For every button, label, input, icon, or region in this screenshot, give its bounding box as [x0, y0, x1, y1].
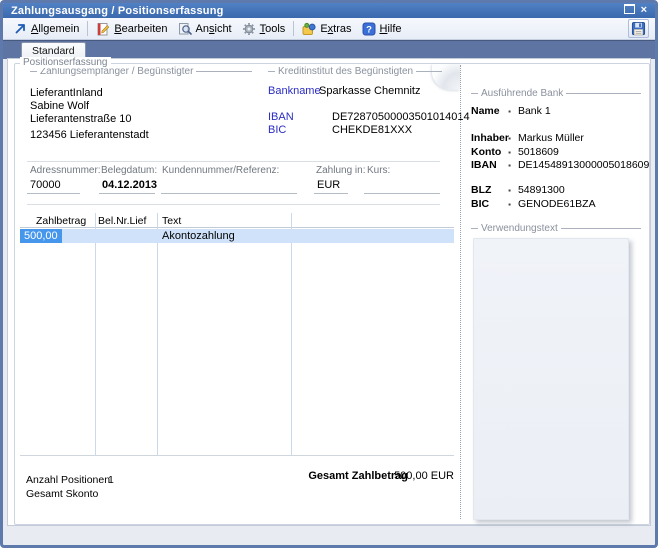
- toolbar-separator: [87, 21, 88, 36]
- column-header-zahlbetrag[interactable]: Zahlbetrag: [36, 215, 86, 227]
- groupbox-title: Positionserfassung: [20, 57, 111, 68]
- close-icon: ×: [641, 4, 647, 16]
- column-header-bel-nr-lief[interactable]: Bel.Nr.Lief: [98, 215, 146, 227]
- app-window: Zahlungsausgang / Positionserfassung × A…: [0, 0, 658, 548]
- window-title: Zahlungsausgang / Positionserfassung: [3, 5, 224, 17]
- anzahl-positionen-value: 1: [108, 474, 114, 486]
- bank-row-bic: BIC GENODE61BZA: [471, 198, 596, 210]
- edit-note-icon: [96, 22, 110, 36]
- extras-box-icon: [302, 22, 316, 36]
- menu-allgemein[interactable]: Allgemein: [9, 20, 84, 37]
- bank-row-konto: Konto 5018609: [471, 146, 559, 158]
- close-button[interactable]: ×: [641, 5, 647, 16]
- bullet-icon: [508, 198, 511, 210]
- row-text-cell[interactable]: Akontozahlung: [162, 229, 235, 243]
- menu-hilfe[interactable]: ? Hilfe: [357, 20, 407, 38]
- content-area: Positionserfassung Zahlungsempfänger / B…: [7, 58, 651, 526]
- gesamt-skonto-label: Gesamt Skonto: [26, 488, 98, 500]
- field-kundennummer-referenz[interactable]: Kundennummer/Referenz:: [161, 165, 297, 194]
- bank-row-iban: IBAN DE14548913000005018609: [471, 159, 649, 171]
- field-belegdatum[interactable]: Belegdatum: 04.12.2013: [99, 165, 155, 194]
- bullet-icon: [508, 184, 511, 196]
- menu-ansicht[interactable]: Ansicht: [173, 20, 237, 38]
- restore-button[interactable]: [624, 4, 635, 17]
- bankname-value: Sparkasse Chemnitz: [319, 85, 421, 97]
- table-bottom-divider: [20, 455, 454, 456]
- title-bar: Zahlungsausgang / Positionserfassung ×: [3, 3, 655, 18]
- column-header-text[interactable]: Text: [162, 215, 181, 227]
- menu-bearbeiten[interactable]: Bearbeiten: [91, 20, 172, 38]
- bank-row-inhaber: Inhaber Markus Müller: [471, 132, 584, 144]
- payee-street: Lieferantenstraße 10: [30, 113, 132, 125]
- payee-name: LieferantInland: [30, 87, 103, 99]
- field-zahlung-in[interactable]: Zahlung in: EUR: [314, 165, 348, 194]
- field-kurs[interactable]: Kurs:: [364, 165, 440, 194]
- gear-icon: [242, 22, 256, 36]
- payee-city: 123456 Lieferantenstadt: [30, 129, 149, 141]
- save-button[interactable]: [628, 19, 649, 38]
- table-row-selected[interactable]: 500,00 Akontozahlung: [20, 229, 454, 243]
- verwendungstext-legend: Verwendungstext: [471, 223, 641, 234]
- bic-value: CHEKDE81XXX: [332, 124, 412, 136]
- menu-tools[interactable]: Tools: [237, 20, 291, 38]
- payee-bank-legend: Kreditinstitut des Begünstigten: [268, 66, 442, 77]
- bank-row-blz: BLZ 54891300: [471, 184, 565, 196]
- amount-cell-selected[interactable]: 500,00: [20, 229, 62, 243]
- table-column-divider: [95, 213, 96, 455]
- ausfuehrende-bank-legend: Ausführende Bank: [471, 88, 641, 99]
- bullet-icon: [508, 132, 511, 144]
- bankname-label: Bankname: [268, 85, 321, 97]
- svg-text:?: ?: [366, 24, 372, 35]
- table-header-divider: [20, 227, 454, 228]
- field-adressnummer[interactable]: Adressnummer: 70000: [27, 165, 80, 194]
- menu-extras[interactable]: Extras: [297, 20, 356, 38]
- bank-row-name: Name Bank 1: [471, 105, 551, 117]
- iban-value: DE72870500003501014014: [332, 111, 470, 123]
- toolbar-separator: [293, 21, 294, 36]
- table-column-divider: [157, 213, 158, 455]
- menu-toolbar: Allgemein Bearbeiten Ansicht Tools Extra…: [3, 18, 655, 40]
- floppy-disk-icon: [631, 21, 646, 36]
- panel-separator: [460, 65, 461, 519]
- divider: [27, 204, 440, 205]
- help-icon: ?: [362, 22, 376, 36]
- magnifier-document-icon: [178, 22, 192, 36]
- gesamt-zahlbetrag-value: 500,00 EUR: [354, 470, 454, 482]
- payee-contact: Sabine Wolf: [30, 100, 89, 112]
- restore-icon: [624, 4, 635, 14]
- bic-label: BIC: [268, 124, 286, 136]
- bullet-icon: [508, 105, 511, 117]
- verwendungstext-input[interactable]: [473, 238, 629, 520]
- bullet-icon: [508, 146, 511, 158]
- divider: [27, 161, 440, 162]
- table-column-divider: [291, 213, 292, 455]
- arrow-up-right-icon: [14, 22, 27, 35]
- anzahl-positionen-label: Anzahl Positionen: [26, 474, 110, 486]
- iban-label: IBAN: [268, 111, 294, 123]
- bullet-icon: [508, 159, 511, 171]
